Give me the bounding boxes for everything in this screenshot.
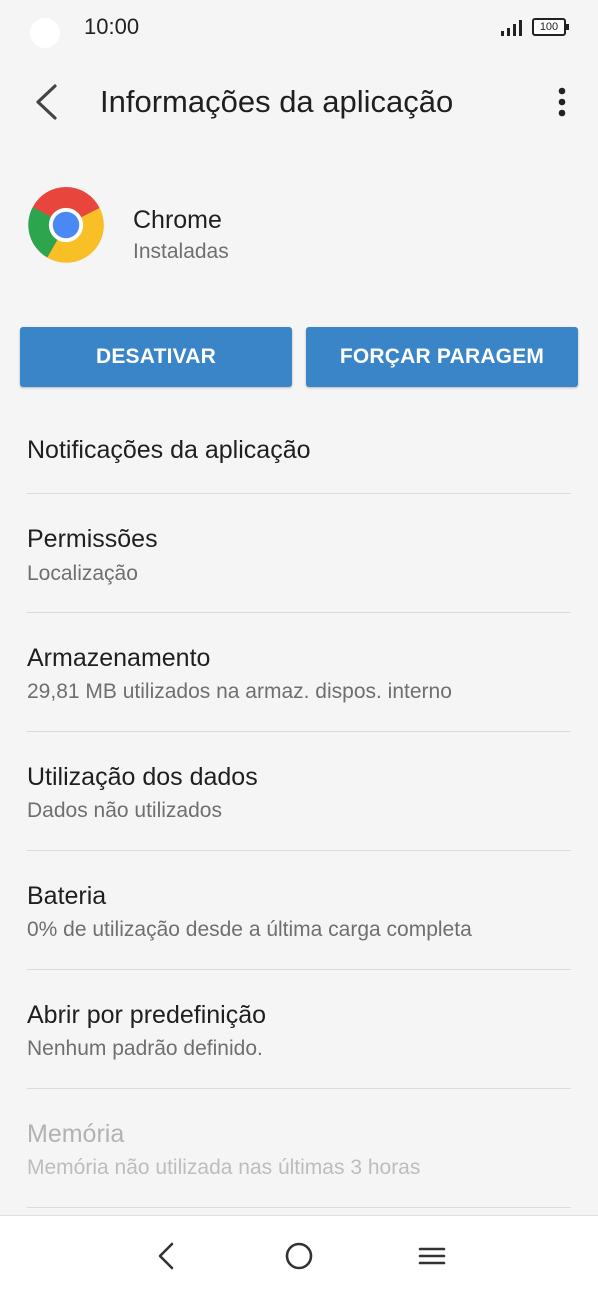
nav-back-icon (158, 1242, 174, 1270)
list-item-subtitle: Dados não utilizados (27, 799, 222, 822)
list-item-storage[interactable]: Armazenamento 29,81 MB utilizados na arm… (0, 613, 598, 732)
list-item-permissions[interactable]: Permissões Localização (0, 494, 598, 613)
list-item-subtitle: 0% de utilização desde a última carga co… (27, 918, 472, 941)
navigation-bar (0, 1215, 598, 1296)
app-name: Chrome (133, 206, 222, 234)
battery-icon: 100 (532, 18, 569, 36)
list-item-label: Armazenamento (27, 644, 211, 672)
divider (27, 1207, 571, 1208)
list-item-notifications[interactable]: Notificações da aplicação (0, 392, 598, 494)
nav-home-icon (285, 1242, 313, 1270)
list-item-label: Permissões (27, 525, 158, 553)
list-item-battery[interactable]: Bateria 0% de utilização desde a última … (0, 851, 598, 970)
list-item-open-by-default[interactable]: Abrir por predefinição Nenhum padrão def… (0, 970, 598, 1089)
status-bar: 10:00 100 (0, 0, 598, 56)
list-item-subtitle: 29,81 MB utilizados na armaz. dispos. in… (27, 680, 452, 703)
list-item-label: Memória (27, 1120, 125, 1148)
more-vert-icon (558, 87, 566, 117)
nav-recents-button[interactable] (408, 1232, 456, 1280)
list-item-label: Utilização dos dados (27, 763, 258, 791)
list-item-data-usage[interactable]: Utilização dos dados Dados não utilizado… (0, 732, 598, 851)
list-item-label: Abrir por predefinição (27, 1001, 267, 1029)
settings-list: Notificações da aplicação Permissões Loc… (0, 392, 598, 1208)
nav-recents-icon (418, 1247, 446, 1265)
list-item-label: Notificações da aplicação (27, 436, 311, 464)
back-arrow-icon (36, 84, 57, 120)
nav-home-button[interactable] (275, 1232, 323, 1280)
app-install-status: Instaladas (133, 240, 229, 263)
app-header: Chrome Instaladas (0, 180, 598, 280)
disable-button[interactable]: DESATIVAR (20, 327, 292, 387)
page-title: Informações da aplicação (100, 84, 454, 119)
more-options-button[interactable] (548, 80, 576, 124)
list-item-subtitle: Memória não utilizada nas últimas 3 hora… (27, 1156, 421, 1179)
signal-icon (501, 20, 522, 36)
list-item-label: Bateria (27, 882, 107, 910)
list-item-subtitle: Localização (27, 562, 138, 585)
chrome-logo-icon (28, 186, 104, 263)
camera-cutout (30, 18, 60, 48)
list-item-memory: Memória Memória não utilizada nas última… (0, 1089, 598, 1208)
list-item-subtitle: Nenhum padrão definido. (27, 1037, 263, 1060)
app-bar: Informações da aplicação (0, 64, 598, 140)
nav-back-button[interactable] (142, 1232, 190, 1280)
back-button[interactable] (24, 80, 68, 124)
status-time: 10:00 (84, 14, 140, 39)
force-stop-button[interactable]: FORÇAR PARAGEM (306, 327, 578, 387)
